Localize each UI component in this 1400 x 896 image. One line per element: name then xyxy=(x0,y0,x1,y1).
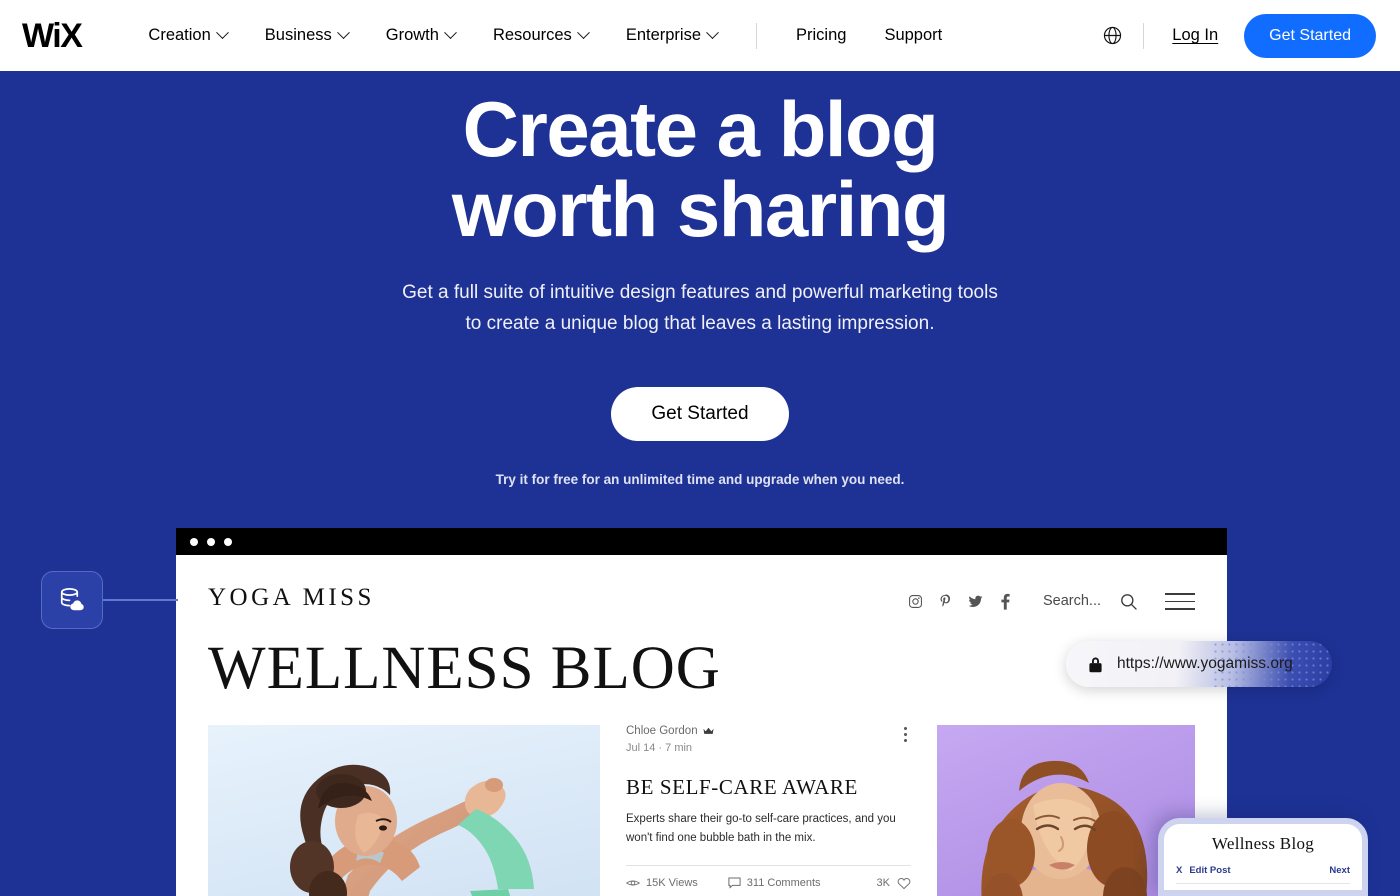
url-text: https://www.yogamiss.org xyxy=(1117,655,1293,672)
hero-subtitle: Get a full suite of intuitive design fea… xyxy=(0,277,1400,339)
nav-item-resources[interactable]: Resources xyxy=(474,26,607,45)
blog-posts-row: Chloe Gordon Jul 14 · 7 min BE SELF-CARE… xyxy=(208,724,1195,896)
main-nav: Creation Business Growth Resources Enter… xyxy=(129,22,961,49)
blog-header-row: YOGA MISS Search... xyxy=(208,585,1195,616)
blog-utility-nav: Search... xyxy=(901,585,1195,616)
post-excerpt: Experts share their go-to self-care prac… xyxy=(626,810,911,848)
facebook-icon[interactable] xyxy=(991,588,1021,614)
globe-icon[interactable] xyxy=(1101,25,1123,47)
login-link[interactable]: Log In xyxy=(1164,26,1226,45)
post-title[interactable]: BE SELF-CARE AWARE xyxy=(626,775,911,799)
post-read-time: 7 min xyxy=(665,741,693,754)
blog-page-heading: WELLNESS BLOG xyxy=(208,634,721,702)
edit-post-label[interactable]: Edit Post xyxy=(1189,865,1230,876)
nav-item-growth[interactable]: Growth xyxy=(367,26,474,45)
hero-subtitle-line-1: Get a full suite of intuitive design fea… xyxy=(402,282,998,303)
meta-separator: · xyxy=(658,741,663,754)
crown-icon xyxy=(703,727,714,735)
hero-title-line-2: worth sharing xyxy=(451,165,950,253)
window-dot xyxy=(224,537,232,546)
browser-mockup: YOGA MISS Search... WELLNESS BLOG Chloe … xyxy=(176,528,1227,896)
post-author-name: Chloe Gordon xyxy=(626,724,698,737)
blog-site-content: YOGA MISS Search... WELLNESS BLOG Chloe … xyxy=(176,555,1227,896)
nav-item-label: Creation xyxy=(148,26,211,44)
wix-logo[interactable]: WiX xyxy=(22,19,83,53)
instagram-icon[interactable] xyxy=(901,588,931,614)
chevron-down-icon xyxy=(706,26,719,40)
post-likes-count: 3K xyxy=(876,877,890,890)
post-date: Jul 14 xyxy=(626,741,656,754)
post-stats: 15K Views 311 Comments 3K xyxy=(626,877,911,890)
chevron-down-icon xyxy=(444,26,457,40)
chevron-down-icon xyxy=(215,26,229,40)
blog-brand-name[interactable]: YOGA MISS xyxy=(208,585,375,610)
post-likes[interactable]: 3K xyxy=(877,877,911,890)
nav-item-label: Growth xyxy=(385,26,439,44)
nav-item-label: Business xyxy=(264,26,332,44)
post-comments-label: 311 Comments xyxy=(746,877,821,890)
close-icon[interactable]: X xyxy=(1176,865,1182,876)
phone-mockup: Wellness Blog X Edit Post Next xyxy=(1158,818,1368,896)
nav-item-enterprise[interactable]: Enterprise xyxy=(607,26,736,45)
post-views: 15K Views xyxy=(626,877,698,889)
database-badge[interactable] xyxy=(41,571,103,629)
next-button[interactable]: Next xyxy=(1329,865,1350,876)
url-bar-callout[interactable]: https://www.yogamiss.org xyxy=(1066,641,1332,687)
chevron-down-icon xyxy=(576,26,590,40)
heart-icon[interactable] xyxy=(897,877,911,890)
phone-screen: Wellness Blog X Edit Post Next xyxy=(1164,824,1362,890)
nav-item-creation[interactable]: Creation xyxy=(129,26,245,45)
site-header: WiX Creation Business Growth Resources E… xyxy=(0,0,1400,71)
database-cloud-icon xyxy=(57,585,87,615)
hero-section: Create a blog worth sharing Get a full s… xyxy=(0,71,1400,896)
search-input[interactable]: Search... xyxy=(1043,593,1101,609)
browser-title-bar xyxy=(176,528,1227,555)
post-meta: Jul 14 · 7 min xyxy=(626,742,714,754)
hero-title-line-1: Create a blog xyxy=(462,85,939,173)
twitter-icon[interactable] xyxy=(961,588,991,614)
post-header: Chloe Gordon Jul 14 · 7 min xyxy=(626,725,911,754)
post-comments: 311 Comments xyxy=(728,877,821,889)
nav-item-support[interactable]: Support xyxy=(865,26,961,45)
chevron-down-icon xyxy=(336,26,350,40)
window-dot xyxy=(207,537,215,546)
featured-post-card[interactable]: Chloe Gordon Jul 14 · 7 min BE SELF-CARE… xyxy=(622,725,915,896)
hero-cta-note: Try it for free for an unlimited time an… xyxy=(495,472,905,487)
post-divider xyxy=(626,864,911,866)
post-author: Chloe Gordon xyxy=(626,725,714,737)
page-title: Create a blog worth sharing xyxy=(0,71,1400,249)
phone-blog-title: Wellness Blog xyxy=(1211,834,1315,853)
get-started-header-button[interactable]: Get Started xyxy=(1244,13,1376,58)
hamburger-icon[interactable] xyxy=(1165,587,1195,616)
search-icon[interactable] xyxy=(1115,588,1141,614)
nav-item-label: Resources xyxy=(492,26,572,44)
hero-subtitle-line-2: to create a unique blog that leaves a la… xyxy=(465,313,935,334)
eye-icon xyxy=(626,878,640,888)
post-excerpt-line-2: won't find one bubble bath in the mix. xyxy=(626,831,816,844)
phone-editor-bar: X Edit Post Next xyxy=(1176,865,1350,884)
pinterest-icon[interactable] xyxy=(931,588,961,614)
hero-cta-container: Get Started xyxy=(0,387,1400,441)
nav-item-pricing[interactable]: Pricing xyxy=(777,26,865,45)
kebab-menu-icon[interactable] xyxy=(900,725,911,744)
header-actions: Log In Get Started xyxy=(1101,13,1376,58)
post-excerpt-line-1: Experts share their go-to self-care prac… xyxy=(626,812,896,825)
lock-icon xyxy=(1088,656,1103,673)
post-thumbnail-portrait[interactable] xyxy=(937,724,1195,896)
header-divider xyxy=(1143,22,1145,49)
get-started-hero-button[interactable]: Get Started xyxy=(611,387,789,441)
post-views-label: 15K Views xyxy=(646,877,698,890)
nav-item-business[interactable]: Business xyxy=(246,26,367,45)
nav-divider xyxy=(756,22,758,49)
nav-item-label: Enterprise xyxy=(625,26,702,44)
badge-connector-line xyxy=(103,599,178,601)
window-dot xyxy=(190,537,198,546)
post-thumbnail-yoga[interactable] xyxy=(208,724,600,896)
comment-icon xyxy=(728,877,741,890)
